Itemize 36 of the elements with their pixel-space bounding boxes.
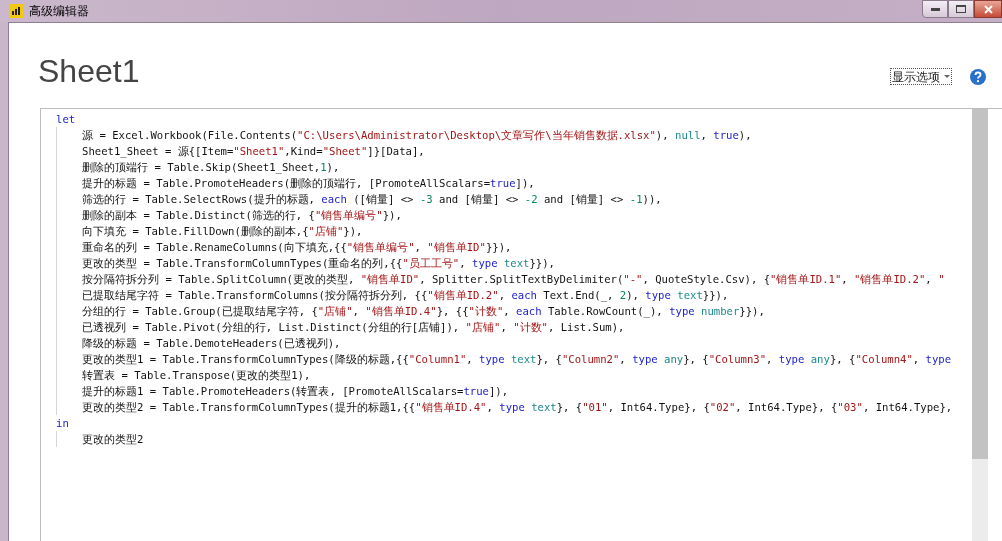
maximize-button[interactable] — [948, 0, 974, 18]
bar-chart-icon — [9, 4, 23, 18]
code-line: 分组的行 = Table.Group(已提取结尾字符, {"店铺", "销售单ID.4"}, {{"计数", each Table.RowCount(_), type number}}), — [82, 304, 765, 319]
code-line: 更改的类型 = Table.TransformColumnTypes(重命名的列,{{"员工工号", type text}}), — [82, 256, 555, 271]
code-line: 向下填充 = Table.FillDown(删除的副本,{"店铺"}), — [82, 224, 363, 239]
code-line: 筛选的行 = Table.SelectRows(提升的标题, each ([销量] <> -3 and [销量] <> -2 and [销量] <> -1)), — [82, 192, 662, 207]
code-line: 更改的类型2 — [82, 432, 144, 447]
code-line: 删除的顶端行 = Table.Skip(Sheet1_Sheet,1), — [82, 160, 340, 175]
code-line: 删除的副本 = Table.Distinct(筛选的行, {"销售单编号"}), — [82, 208, 402, 223]
code-line: 已提取结尾字符 = Table.TransformColumns(按分隔符拆分列, {{"销售单ID.2", each Text.End(_, 2), type text}}), — [82, 288, 729, 303]
code-line: 转置表 = Table.Transpose(更改的类型1), — [82, 368, 311, 383]
minimize-icon — [930, 7, 940, 11]
code-line: 更改的类型1 = Table.TransformColumnTypes(降级的标题,{{"Column1", type text}, {"Column2", type any}, {"Column3", type any}, {"Column4", type — [82, 352, 952, 367]
code-line: 重命名的列 = Table.RenameColumns(向下填充,{{"销售单编号", "销售单ID"}}), — [82, 240, 512, 255]
code-line: in — [56, 416, 69, 431]
vertical-scrollbar[interactable] — [972, 109, 988, 541]
code-line: 源 = Excel.Workbook(File.Contents("C:\Users\Administrator\Desktop\文章写作\当年销售数据.xlsx"), null, true), — [82, 128, 752, 143]
code-line: 已透视列 = Table.Pivot(分组的行, List.Distinct(分组的行[店铺]), "店铺", "计数", List.Sum), — [82, 320, 625, 335]
help-icon[interactable] — [970, 69, 986, 85]
code-line: let — [56, 112, 76, 127]
code-line: 提升的标题1 = Table.PromoteHeaders(转置表, [PromoteAllScalars=true]), — [82, 384, 509, 399]
code-line: 提升的标题 = Table.PromoteHeaders(删除的顶端行, [PromoteAllScalars=true]), — [82, 176, 535, 191]
code-editor[interactable] — [40, 108, 1002, 541]
scrollbar-thumb[interactable] — [972, 109, 988, 459]
maximize-icon — [956, 5, 966, 13]
window-title: 高级编辑器 — [29, 3, 89, 20]
close-icon — [983, 4, 993, 14]
close-button[interactable] — [974, 0, 1002, 18]
query-title: Sheet1 — [38, 52, 140, 91]
code-line: 更改的类型2 = Table.TransformColumnTypes(提升的标题1,{{"销售单ID.4", type text}, {"01", Int64.Type}, {"02", Int64.Type}, {"03", Int64.Type}, — [82, 400, 953, 415]
code-line: Sheet1_Sheet = 源{[Item="Sheet1",Kind="Sheet"]}[Data], — [82, 144, 425, 159]
options-dropdown[interactable]: 显示选项 — [890, 68, 952, 85]
code-line: 降级的标题 = Table.DemoteHeaders(已透视列), — [82, 336, 341, 351]
caret-icon — [944, 75, 950, 78]
minimize-button[interactable] — [922, 0, 948, 18]
code-line: 按分隔符拆分列 = Table.SplitColumn(更改的类型, "销售单ID", Splitter.SplitTextByDelimiter("-", QuoteStyle.Csv), {"销售单ID.1", "销售单ID.2", " — [82, 272, 945, 287]
